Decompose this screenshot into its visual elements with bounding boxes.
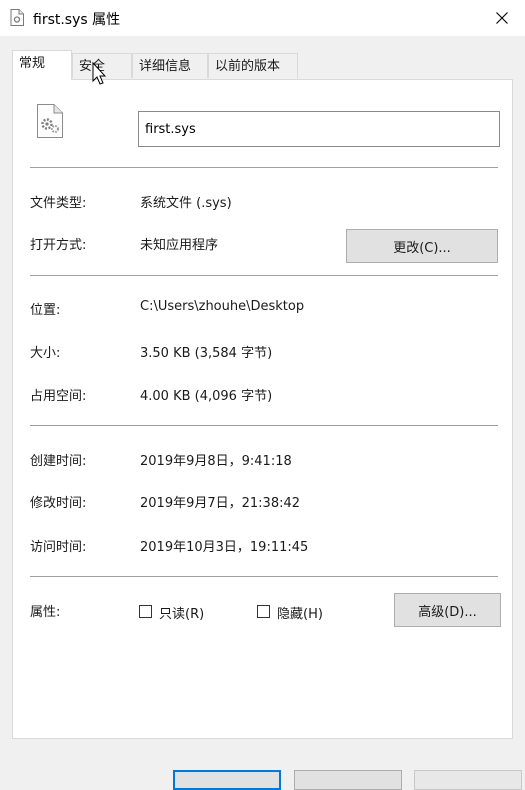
file-type-value: 系统文件 (.sys) xyxy=(140,196,232,211)
tab-details-label: 详细信息 xyxy=(139,59,192,74)
cancel-button[interactable] xyxy=(294,770,402,790)
title-bar: first.sys 属性 xyxy=(0,0,525,36)
ok-button[interactable] xyxy=(173,770,281,790)
separator xyxy=(30,167,498,168)
file-type-label: 文件类型: xyxy=(30,196,87,211)
window-title: first.sys 属性 xyxy=(33,12,121,28)
size-label: 大小: xyxy=(30,346,61,361)
opens-with-label: 打开方式: xyxy=(30,238,87,253)
created-value: 2019年9月8日，9:41:18 xyxy=(140,454,292,469)
readonly-checkbox[interactable] xyxy=(139,605,152,618)
size-value: 3.50 KB (3,584 字节) xyxy=(140,346,273,361)
change-button[interactable]: 更改(C)... xyxy=(346,229,498,263)
readonly-checkbox-label[interactable]: 只读(R) xyxy=(159,603,204,622)
hidden-checkbox-label[interactable]: 隐藏(H) xyxy=(277,603,323,622)
accessed-value: 2019年10月3日，19:11:45 xyxy=(140,540,309,555)
tab-previous-versions-label: 以前的版本 xyxy=(215,59,281,74)
close-button[interactable] xyxy=(479,0,525,36)
tab-general[interactable]: 常规 xyxy=(12,50,72,80)
system-file-icon xyxy=(37,104,63,138)
opens-with-value: 未知应用程序 xyxy=(140,238,219,253)
size-on-disk-value: 4.00 KB (4,096 字节) xyxy=(140,389,273,404)
separator xyxy=(30,275,498,276)
created-label: 创建时间: xyxy=(30,454,87,469)
file-icon xyxy=(10,9,24,26)
tab-details[interactable]: 详细信息 xyxy=(132,53,208,78)
separator xyxy=(30,425,498,426)
location-value: C:\Users\zhouhe\Desktop xyxy=(140,299,305,314)
mouse-cursor-icon xyxy=(92,62,106,85)
advanced-button[interactable]: 高级(D)... xyxy=(394,593,501,627)
tab-general-label: 常规 xyxy=(19,56,46,71)
separator xyxy=(30,576,498,577)
modified-value: 2019年9月7日，21:38:42 xyxy=(140,496,301,511)
general-panel xyxy=(12,79,513,739)
filename-input[interactable] xyxy=(138,111,500,147)
attributes-label: 属性: xyxy=(30,605,61,620)
advanced-button-label: 高级(D)... xyxy=(418,604,477,620)
tab-previous-versions[interactable]: 以前的版本 xyxy=(208,53,298,78)
size-on-disk-label: 占用空间: xyxy=(30,389,87,404)
change-button-label: 更改(C)... xyxy=(393,240,451,256)
hidden-checkbox[interactable] xyxy=(257,605,270,618)
apply-button[interactable] xyxy=(414,770,522,790)
location-label: 位置: xyxy=(30,303,61,318)
accessed-label: 访问时间: xyxy=(30,540,87,555)
close-icon xyxy=(496,12,508,24)
modified-label: 修改时间: xyxy=(30,496,87,511)
